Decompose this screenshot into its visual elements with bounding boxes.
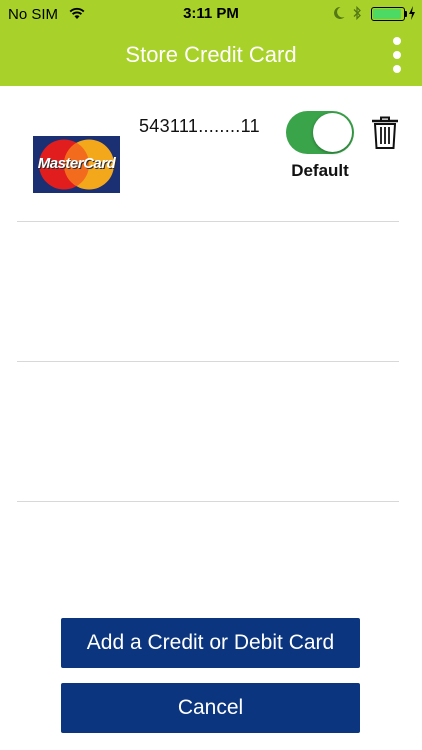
kebab-menu-icon[interactable]: [388, 36, 406, 74]
app-header: No SIM 3:11 PM Store Credit Card: [0, 0, 422, 86]
bluetooth-icon: [353, 5, 361, 21]
battery-icon: [371, 7, 405, 21]
empty-card-slot: [17, 362, 399, 502]
toggle-knob: [313, 113, 352, 152]
trash-icon[interactable]: [370, 116, 400, 150]
empty-card-slot: [17, 222, 399, 362]
default-label: Default: [291, 161, 349, 180]
cancel-button[interactable]: Cancel: [61, 683, 360, 733]
card-number: 543111........11: [139, 116, 260, 136]
card-list-item: MasterCard 543111........11 Default: [17, 86, 399, 222]
battery-nub: [405, 11, 407, 17]
status-bar: No SIM 3:11 PM: [0, 0, 422, 28]
charging-bolt-icon: [409, 6, 415, 20]
moon-icon: [334, 6, 345, 19]
add-card-button[interactable]: Add a Credit or Debit Card: [61, 618, 360, 668]
battery-level: [373, 9, 401, 19]
page-title: Store Credit Card: [125, 42, 297, 67]
mastercard-logo-text: MasterCard: [37, 155, 116, 172]
default-card-toggle[interactable]: [286, 111, 354, 154]
mastercard-logo: MasterCard: [33, 136, 120, 193]
